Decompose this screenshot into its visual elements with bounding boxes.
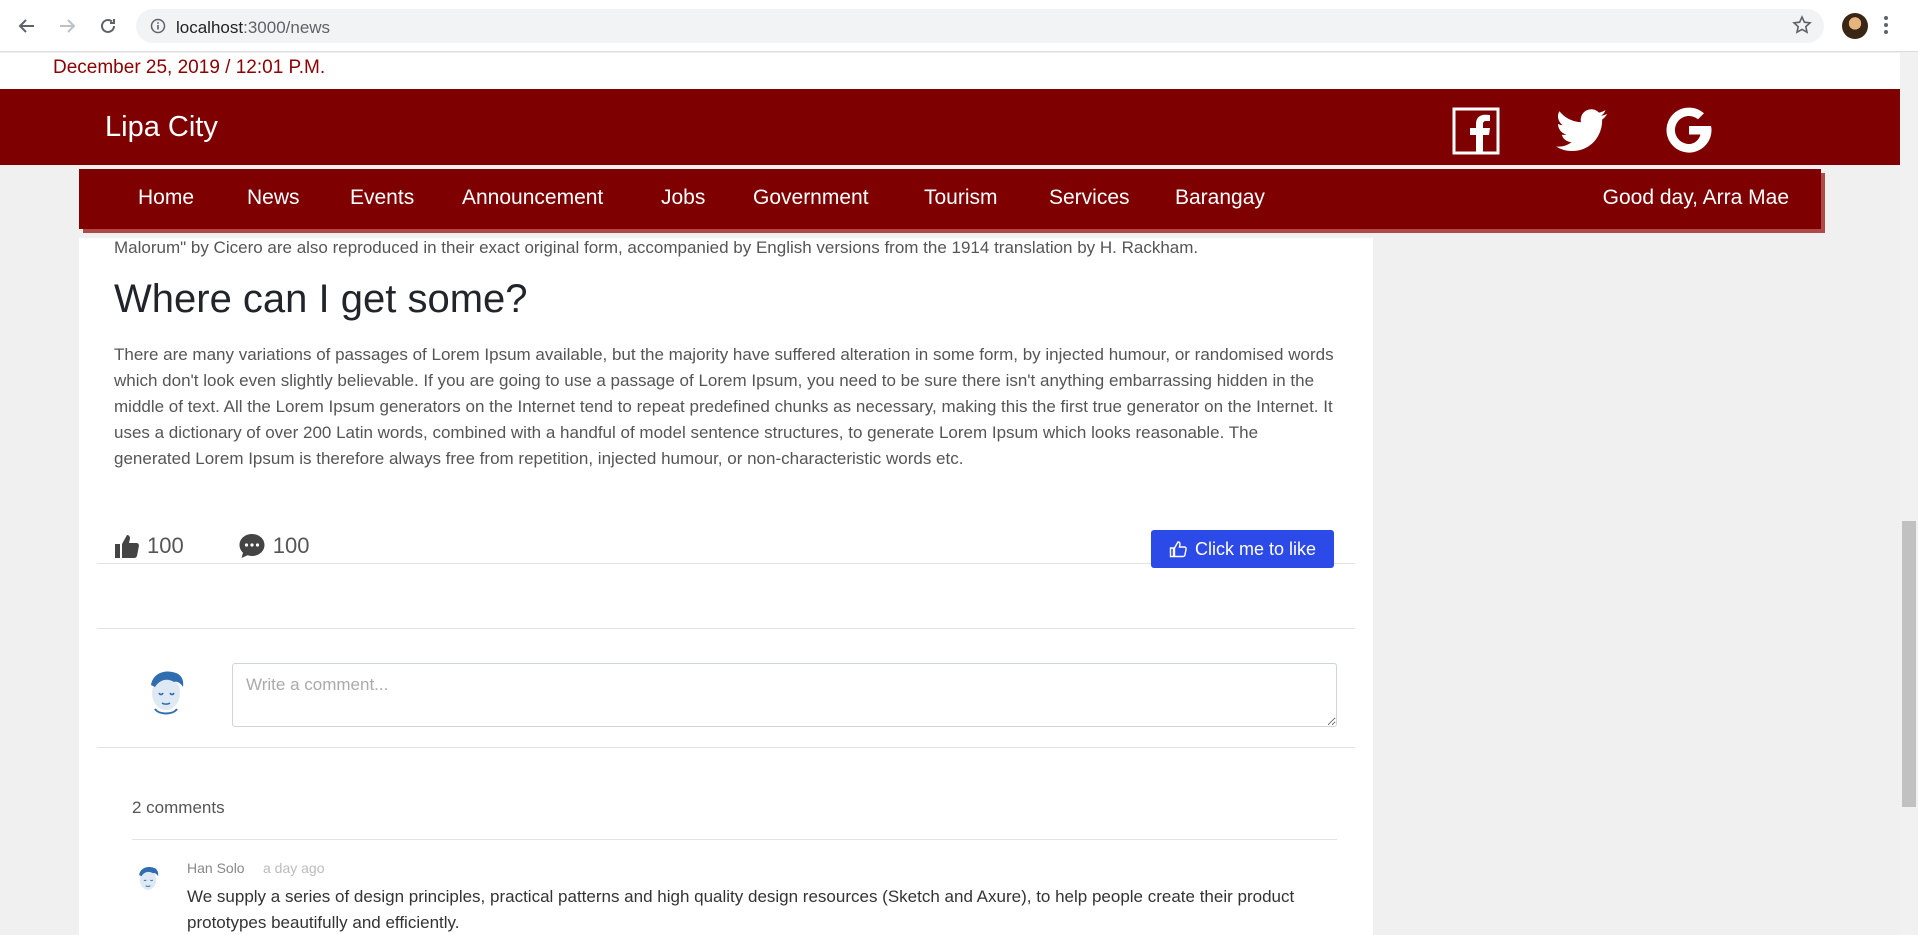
current-datetime: December 25, 2019 / 12:01 P.M. xyxy=(53,57,326,78)
main-navigation: Home News Events Announcement Jobs Gover… xyxy=(79,169,1821,229)
divider xyxy=(97,747,1355,748)
back-arrow-icon[interactable] xyxy=(15,14,39,38)
thumbs-up-icon xyxy=(115,535,139,558)
article-card: Malorum" by Cicero are also reproduced i… xyxy=(79,238,1373,935)
date-strip: December 25, 2019 / 12:01 P.M. xyxy=(0,53,1900,89)
url-text: localhost:3000/news xyxy=(176,18,331,37)
twitter-icon[interactable] xyxy=(1556,109,1608,158)
nav-item-services[interactable]: Services xyxy=(1049,186,1130,210)
nav-item-barangay[interactable]: Barangay xyxy=(1175,186,1265,210)
google-icon[interactable] xyxy=(1666,107,1712,158)
facebook-icon[interactable] xyxy=(1452,107,1500,160)
page-viewport: December 25, 2019 / 12:01 P.M. Lipa City… xyxy=(0,53,1900,935)
site-brand[interactable]: Lipa City xyxy=(105,111,218,144)
nav-item-news[interactable]: News xyxy=(247,186,300,210)
current-user-avatar xyxy=(139,663,193,717)
comment-author-avatar[interactable] xyxy=(132,862,164,894)
comment-input[interactable] xyxy=(232,663,1337,727)
address-bar[interactable]: localhost:3000/news xyxy=(136,9,1824,43)
info-icon[interactable] xyxy=(150,18,166,39)
forward-arrow-icon[interactable] xyxy=(55,14,79,38)
divider xyxy=(132,839,1337,840)
article-stats: 100 100 xyxy=(114,530,309,562)
like-button-label: Click me to like xyxy=(1194,538,1317,559)
browser-toolbar: localhost:3000/news xyxy=(0,0,1918,52)
bookmark-star-icon[interactable] xyxy=(1792,15,1812,40)
nav-item-government[interactable]: Government xyxy=(753,186,869,210)
profile-avatar-icon[interactable] xyxy=(1842,13,1868,39)
nav-item-tourism[interactable]: Tourism xyxy=(924,186,998,210)
comments-stat[interactable]: 100 xyxy=(238,532,310,560)
scrollbar-thumb[interactable] xyxy=(1902,521,1916,807)
comment-text: We supply a series of design principles,… xyxy=(187,887,1295,932)
comment-author[interactable]: Han Solo xyxy=(187,860,245,876)
nav-item-events[interactable]: Events xyxy=(350,186,414,210)
page-scrollbar[interactable] xyxy=(1900,53,1918,935)
comments-total: 100 xyxy=(272,533,310,558)
divider xyxy=(97,628,1355,629)
article-heading: Where can I get some? xyxy=(114,277,528,321)
reload-icon[interactable] xyxy=(96,14,120,38)
comments-count: 2 comments xyxy=(132,798,225,817)
kebab-menu-icon[interactable] xyxy=(1883,14,1889,41)
comment-time: a day ago xyxy=(263,860,325,876)
site-header: Lipa City xyxy=(0,89,1900,165)
comment-bubble-icon xyxy=(239,534,265,558)
nav-item-announcement[interactable]: Announcement xyxy=(462,186,603,210)
likes-count: 100 xyxy=(147,533,184,558)
article-text-fragment: Malorum" by Cicero are also reproduced i… xyxy=(114,238,1199,257)
nav-item-jobs[interactable]: Jobs xyxy=(661,186,705,210)
user-greeting[interactable]: Good day, Arra Mae xyxy=(1603,186,1789,210)
article-paragraph: There are many variations of passages of… xyxy=(114,345,1334,468)
thumbs-up-outline-icon xyxy=(1169,541,1187,558)
nav-item-home[interactable]: Home xyxy=(138,186,194,210)
like-button[interactable]: Click me to like xyxy=(1151,530,1334,568)
likes-stat[interactable]: 100 xyxy=(114,533,184,559)
